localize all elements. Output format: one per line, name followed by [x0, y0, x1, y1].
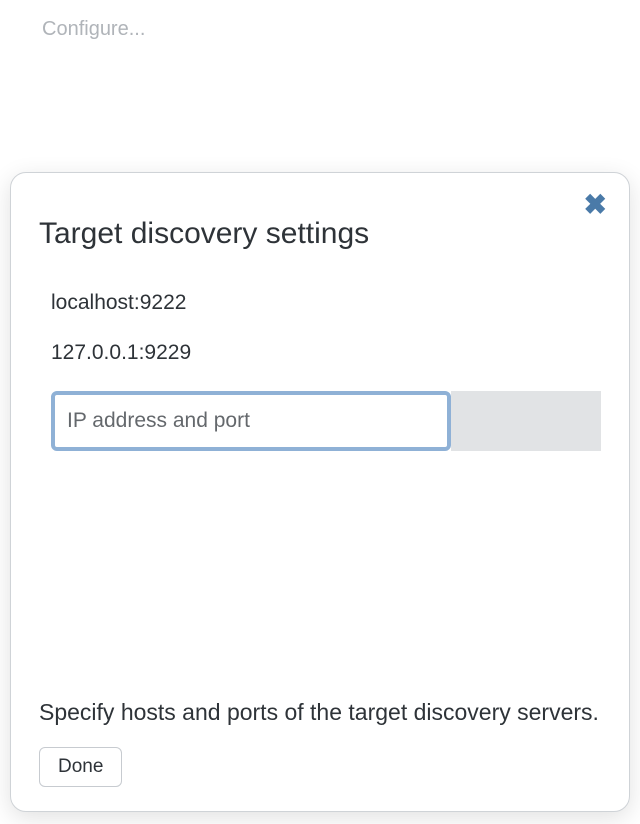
targets-list: localhost:9222 127.0.0.1:9229	[51, 291, 601, 451]
target-discovery-modal: ✖ Target discovery settings localhost:92…	[10, 172, 630, 812]
modal-title: Target discovery settings	[39, 217, 601, 251]
configure-link[interactable]: Configure...	[42, 18, 145, 41]
close-icon[interactable]: ✖	[584, 191, 607, 219]
target-item[interactable]: 127.0.0.1:9229	[51, 341, 601, 365]
done-button[interactable]: Done	[39, 747, 122, 787]
input-trailing-area	[451, 391, 601, 451]
modal-footer: Specify hosts and ports of the target di…	[39, 696, 601, 787]
modal-help-text: Specify hosts and ports of the target di…	[39, 696, 601, 729]
new-target-row	[51, 391, 601, 451]
ip-port-input[interactable]	[51, 391, 451, 451]
target-item[interactable]: localhost:9222	[51, 291, 601, 315]
